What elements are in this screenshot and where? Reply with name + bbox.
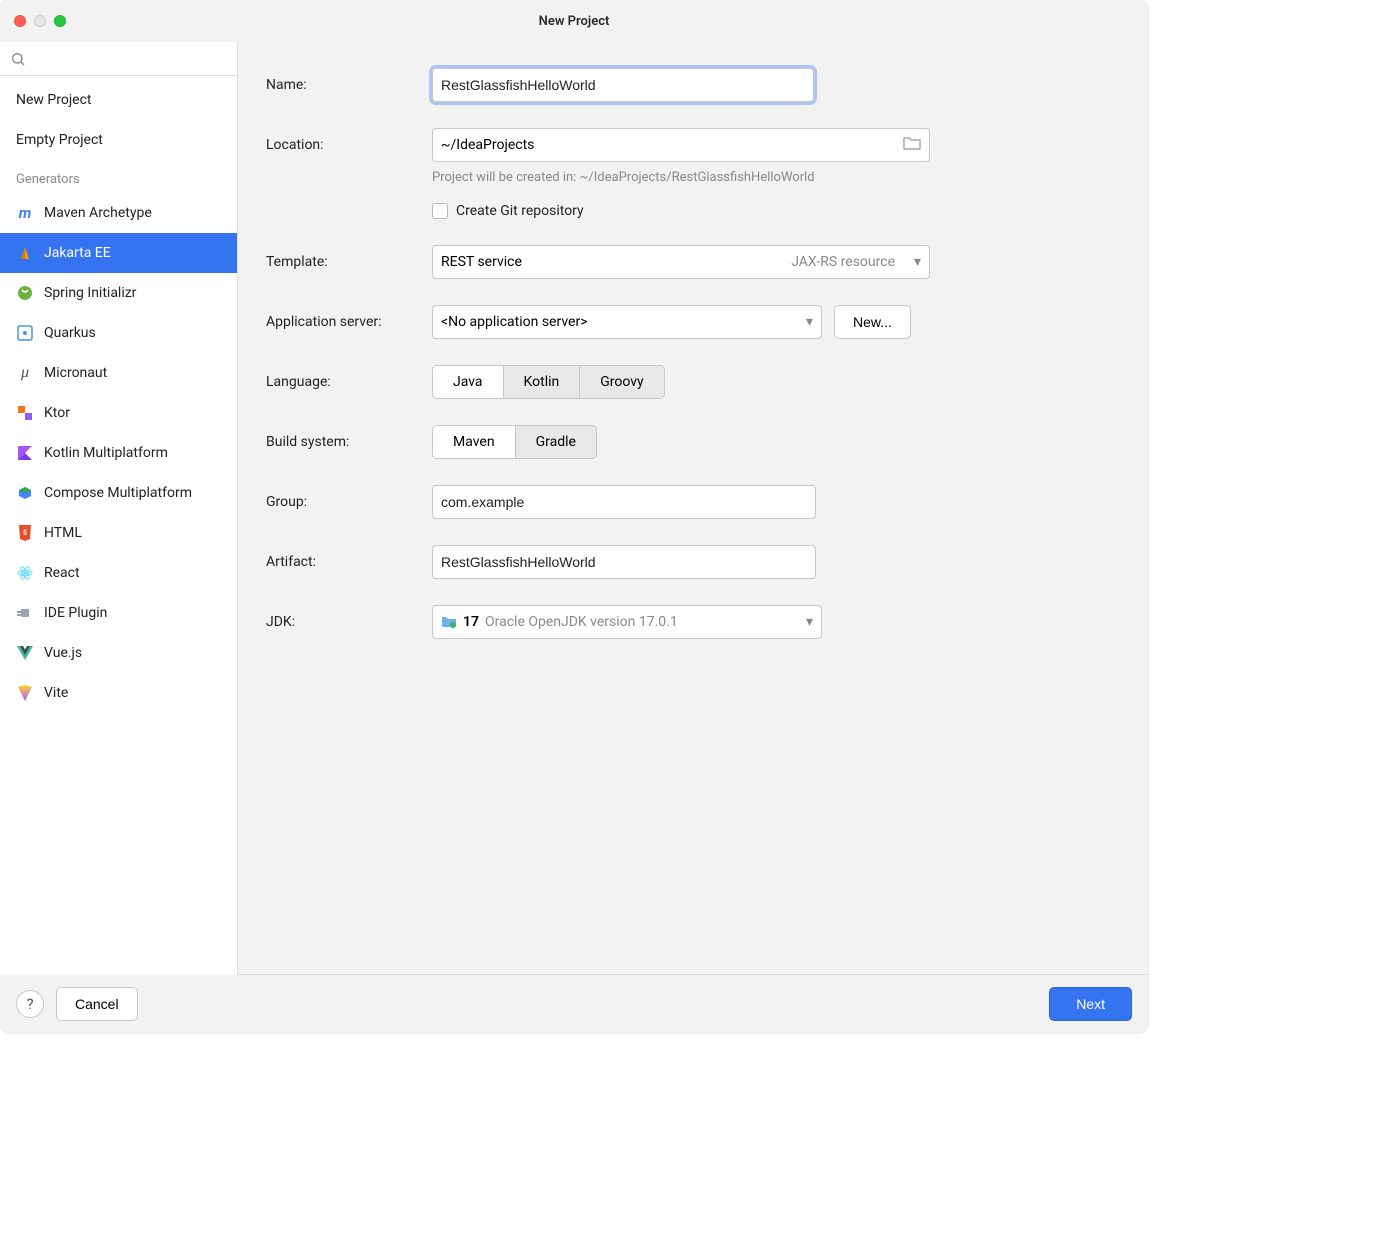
chevron-down-icon: ▾ <box>806 314 813 330</box>
svg-text:5: 5 <box>23 529 27 537</box>
artifact-input[interactable] <box>432 545 816 579</box>
ktor-icon <box>16 404 34 422</box>
sidebar-item-label: Vite <box>44 685 68 701</box>
sidebar-item-label: Maven Archetype <box>44 205 152 221</box>
spring-icon <box>16 284 34 302</box>
sidebar-item-quarkus[interactable]: Quarkus <box>0 313 237 353</box>
sidebar-search[interactable] <box>0 42 237 76</box>
group-label: Group: <box>266 494 432 510</box>
sidebar-item-label: HTML <box>44 525 82 541</box>
sidebar-item-label: Vue.js <box>44 645 82 661</box>
location-input[interactable]: ~/IdeaProjects <box>432 128 930 162</box>
sidebar-item-label: Empty Project <box>16 132 103 148</box>
buildsys-segmented: Maven Gradle <box>432 425 597 459</box>
sidebar-item-kotlin-multiplatform[interactable]: Kotlin Multiplatform <box>0 433 237 473</box>
location-hint: Project will be created in: ~/IdeaProjec… <box>432 170 1120 185</box>
next-button[interactable]: Next <box>1049 987 1132 1021</box>
git-label: Create Git repository <box>456 203 584 219</box>
maven-icon: m <box>16 204 34 222</box>
sidebar-item-react[interactable]: React <box>0 553 237 593</box>
browse-folder-icon[interactable] <box>903 136 921 154</box>
buildsys-gradle[interactable]: Gradle <box>516 426 596 458</box>
sidebar-item-ide-plugin[interactable]: IDE Plugin <box>0 593 237 633</box>
appserver-dropdown[interactable]: <No application server> ▾ <box>432 305 822 339</box>
name-input[interactable] <box>432 68 814 102</box>
sidebar-item-new-project[interactable]: New Project <box>0 80 237 120</box>
sidebar-item-jakarta-ee[interactable]: Jakarta EE <box>0 233 237 273</box>
artifact-label: Artifact: <box>266 554 432 570</box>
micronaut-icon: μ <box>16 364 34 382</box>
group-input[interactable] <box>432 485 816 519</box>
sidebar-item-label: Compose Multiplatform <box>44 485 192 501</box>
form-panel: Name: Location: ~/IdeaProjects Project w… <box>238 42 1148 975</box>
cancel-button[interactable]: Cancel <box>56 987 138 1021</box>
sidebar-item-label: Jakarta EE <box>44 245 111 261</box>
vite-icon <box>16 684 34 702</box>
buildsys-maven[interactable]: Maven <box>433 426 516 458</box>
dialog-body: New Project Empty Project Generators m M… <box>0 42 1148 975</box>
plugin-icon <box>16 604 34 622</box>
sidebar-item-label: Ktor <box>44 405 70 421</box>
kotlin-icon <box>16 444 34 462</box>
language-groovy[interactable]: Groovy <box>580 366 663 398</box>
dialog-window: New Project New Project Empty Project Ge… <box>0 0 1148 1033</box>
jdk-desc: Oracle OpenJDK version 17.0.1 <box>485 614 678 630</box>
react-icon <box>16 564 34 582</box>
compose-icon <box>16 484 34 502</box>
buildsys-label: Build system: <box>266 434 432 450</box>
chevron-down-icon: ▾ <box>914 254 921 270</box>
location-value: ~/IdeaProjects <box>441 137 534 153</box>
sidebar: New Project Empty Project Generators m M… <box>0 42 238 975</box>
sidebar-item-label: Kotlin Multiplatform <box>44 445 168 461</box>
window-title: New Project <box>0 14 1148 29</box>
sidebar-item-compose-multiplatform[interactable]: Compose Multiplatform <box>0 473 237 513</box>
template-value: REST service <box>441 254 522 270</box>
language-label: Language: <box>266 374 432 390</box>
project-type-list: New Project Empty Project Generators m M… <box>0 76 237 975</box>
sidebar-item-vite[interactable]: Vite <box>0 673 237 713</box>
jdk-version: 17 <box>463 614 479 630</box>
appserver-value: <No application server> <box>441 314 588 330</box>
appserver-label: Application server: <box>266 314 432 330</box>
template-dropdown[interactable]: REST service JAX-RS resource ▾ <box>432 245 930 279</box>
titlebar: New Project <box>0 0 1148 42</box>
sidebar-item-label: New Project <box>16 92 92 108</box>
sidebar-item-spring-initializr[interactable]: Spring Initializr <box>0 273 237 313</box>
jdk-folder-icon <box>441 615 457 629</box>
dialog-footer: ? Cancel Next <box>0 975 1148 1033</box>
sidebar-item-micronaut[interactable]: μ Micronaut <box>0 353 237 393</box>
language-segmented: Java Kotlin Groovy <box>432 365 665 399</box>
sidebar-item-html[interactable]: 5 HTML <box>0 513 237 553</box>
new-appserver-button[interactable]: New... <box>834 305 911 339</box>
language-kotlin[interactable]: Kotlin <box>504 366 581 398</box>
generators-header: Generators <box>0 160 237 193</box>
template-label: Template: <box>266 254 432 270</box>
help-button[interactable]: ? <box>16 990 44 1018</box>
vue-icon <box>16 644 34 662</box>
chevron-down-icon: ▾ <box>806 614 813 630</box>
name-label: Name: <box>266 77 432 93</box>
sidebar-item-label: Quarkus <box>44 325 96 341</box>
location-label: Location: <box>266 137 432 153</box>
quarkus-icon <box>16 324 34 342</box>
language-java[interactable]: Java <box>433 366 504 398</box>
search-icon <box>10 51 26 67</box>
html-icon: 5 <box>16 524 34 542</box>
jdk-dropdown[interactable]: 17 Oracle OpenJDK version 17.0.1 ▾ <box>432 605 822 639</box>
sidebar-item-vuejs[interactable]: Vue.js <box>0 633 237 673</box>
sidebar-item-label: Spring Initializr <box>44 285 136 301</box>
template-right-label: JAX-RS resource <box>791 254 895 270</box>
sidebar-item-label: Micronaut <box>44 365 107 381</box>
sidebar-item-label: React <box>44 565 80 581</box>
git-checkbox-row[interactable]: Create Git repository <box>432 203 1120 219</box>
sidebar-item-label: IDE Plugin <box>44 605 107 621</box>
jakarta-icon <box>16 244 34 262</box>
sidebar-item-ktor[interactable]: Ktor <box>0 393 237 433</box>
sidebar-item-maven-archetype[interactable]: m Maven Archetype <box>0 193 237 233</box>
sidebar-item-empty-project[interactable]: Empty Project <box>0 120 237 160</box>
jdk-label: JDK: <box>266 614 432 630</box>
git-checkbox[interactable] <box>432 203 448 219</box>
